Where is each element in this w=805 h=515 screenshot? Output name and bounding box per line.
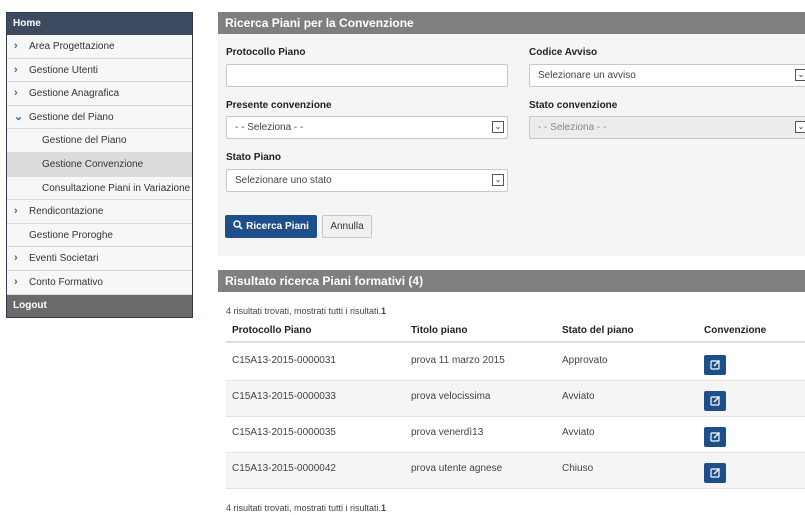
presente-convenzione-label: Presente convenzione [226,100,332,111]
cell-titolo: prova velocissima [411,391,491,402]
cell-protocollo: C15A13-2015-0000035 [232,427,336,438]
chevron-down-icon: ⌄ [14,110,24,123]
sidebar-logout[interactable]: Logout [7,294,192,317]
sidebar-item-eventi-societari[interactable]: › Eventi Societari [7,247,192,271]
ricerca-piani-button[interactable]: Ricerca Piani [225,215,317,238]
stato-convenzione-select[interactable]: - - Seleziona - - ⌄ [529,116,805,139]
cell-protocollo: C15A13-2015-0000042 [232,463,336,474]
sidebar-item-conto-formativo[interactable]: › Conto Formativo [7,270,192,295]
presente-convenzione-value: - - Seleziona - - [235,122,304,133]
sidebar-subitem-gestione-convenzione[interactable]: Gestione Convenzione [7,152,192,177]
results-panel-title: Risultato ricerca Piani formativi (4) [218,270,805,292]
sidebar-item-label: Consultazione Piani in Variazione [42,182,191,194]
column-header-titolo: Titolo piano [411,325,468,336]
cell-titolo: prova 11 marzo 2015 [411,355,505,366]
sidebar-item-gestione-anagrafica[interactable]: › Gestione Anagrafica [7,82,192,106]
column-header-convenzione: Convenzione [704,325,767,336]
chevron-down-icon: ⌄ [492,121,504,133]
sidebar-item-gestione-proroghe[interactable]: Gestione Proroghe [7,223,192,248]
cell-stato: Chiuso [562,463,594,474]
results-summary-top: 4 risultati trovati, mostrati tutti i ri… [226,306,386,316]
chevron-down-icon: ⌄ [795,69,805,81]
stato-convenzione-value: - - Seleziona - - [538,122,607,133]
ricerca-piani-label: Ricerca Piani [246,221,309,232]
sidebar-item-label: Rendicontazione [29,206,104,218]
codice-avviso-value: Selezionare un avviso [538,70,636,81]
codice-avviso-select[interactable]: Selezionare un avviso ⌄ [529,64,805,87]
results-table-header: Protocollo Piano Titolo piano Stato del … [226,320,805,343]
cell-protocollo: C15A13-2015-0000031 [232,355,336,366]
chevron-down-icon: ⌄ [795,121,805,133]
cell-stato: Approvato [562,355,608,366]
table-row: C15A13-2015-0000033 prova velocissima Av… [226,381,805,417]
results-summary-text: 4 risultati trovati, mostrati tutti i ri… [226,306,382,316]
sidebar-item-label: Eventi Societari [29,253,99,265]
sidebar-item-gestione-utenti[interactable]: › Gestione Utenti [7,58,192,83]
table-row: C15A13-2015-0000031 prova 11 marzo 2015 … [226,345,805,381]
stato-convenzione-label: Stato convenzione [529,100,618,111]
stato-piano-select[interactable]: Selezionare uno stato ⌄ [226,169,508,192]
chevron-right-icon: › [14,63,18,76]
chevron-right-icon: › [14,40,18,52]
sidebar-item-label: Gestione Convenzione [42,158,144,170]
sidebar-item-gestione-del-piano[interactable]: ⌄ Gestione del Piano [7,105,192,130]
chevron-down-icon: ⌄ [492,174,504,186]
sidebar-item-rendicontazione[interactable]: › Rendicontazione [7,200,192,224]
results-page-number[interactable]: 1 [381,503,386,513]
sidebar-item-label: Gestione del Piano [29,111,114,123]
results-summary-text: 4 risultati trovati, mostrati tutti i ri… [226,503,382,513]
edit-icon [710,396,720,406]
table-row: C15A13-2015-0000042 prova utente agnese … [226,453,805,489]
sidebar: Home › Area Progettazione › Gestione Ute… [6,12,193,318]
edit-icon [710,432,720,442]
chevron-right-icon: › [14,275,18,288]
search-panel-title: Ricerca Piani per la Convenzione [218,12,805,34]
sidebar-item-label: Conto Formativo [29,276,103,288]
sidebar-home[interactable]: Home [7,13,192,35]
edit-convenzione-button[interactable] [704,355,726,375]
chevron-right-icon: › [14,252,18,265]
column-header-protocollo: Protocollo Piano [232,325,312,336]
sidebar-subitem-consultazione-piani[interactable]: Consultazione Piani in Variazione [7,176,192,201]
edit-convenzione-button[interactable] [704,391,726,411]
edit-icon [710,468,720,478]
sidebar-item-label: Gestione del Piano [42,135,127,147]
chevron-right-icon: › [14,87,18,100]
cell-titolo: prova utente agnese [411,463,503,474]
sidebar-item-label: Area Progettazione [29,41,115,52]
protocollo-input[interactable] [226,64,508,87]
edit-icon [710,360,720,370]
cell-stato: Avviato [562,391,595,402]
stato-piano-label: Stato Piano [226,152,282,163]
sidebar-item-area-progettazione[interactable]: › Area Progettazione [7,35,192,59]
cell-protocollo: C15A13-2015-0000033 [232,391,336,402]
annulla-button[interactable]: Annulla [322,215,372,238]
sidebar-item-label: Gestione Proroghe [29,229,113,241]
search-icon [233,220,243,230]
sidebar-subitem-gestione-del-piano[interactable]: Gestione del Piano [7,129,192,153]
sidebar-item-label: Gestione Anagrafica [29,88,120,100]
results-summary-bottom: 4 risultati trovati, mostrati tutti i ri… [226,503,386,513]
edit-convenzione-button[interactable] [704,463,726,483]
protocollo-label: Protocollo Piano [226,47,306,58]
edit-convenzione-button[interactable] [704,427,726,447]
column-header-stato: Stato del piano [562,325,634,336]
presente-convenzione-select[interactable]: - - Seleziona - - ⌄ [226,116,508,139]
sidebar-item-label: Gestione Utenti [29,64,98,76]
results-page-number[interactable]: 1 [381,306,386,316]
cell-stato: Avviato [562,427,595,438]
table-row: C15A13-2015-0000035 prova venerdì13 Avvi… [226,417,805,453]
cell-titolo: prova venerdì13 [411,427,484,438]
codice-avviso-label: Codice Avviso [529,47,598,58]
stato-piano-value: Selezionare uno stato [235,175,332,186]
chevron-right-icon: › [14,205,18,218]
